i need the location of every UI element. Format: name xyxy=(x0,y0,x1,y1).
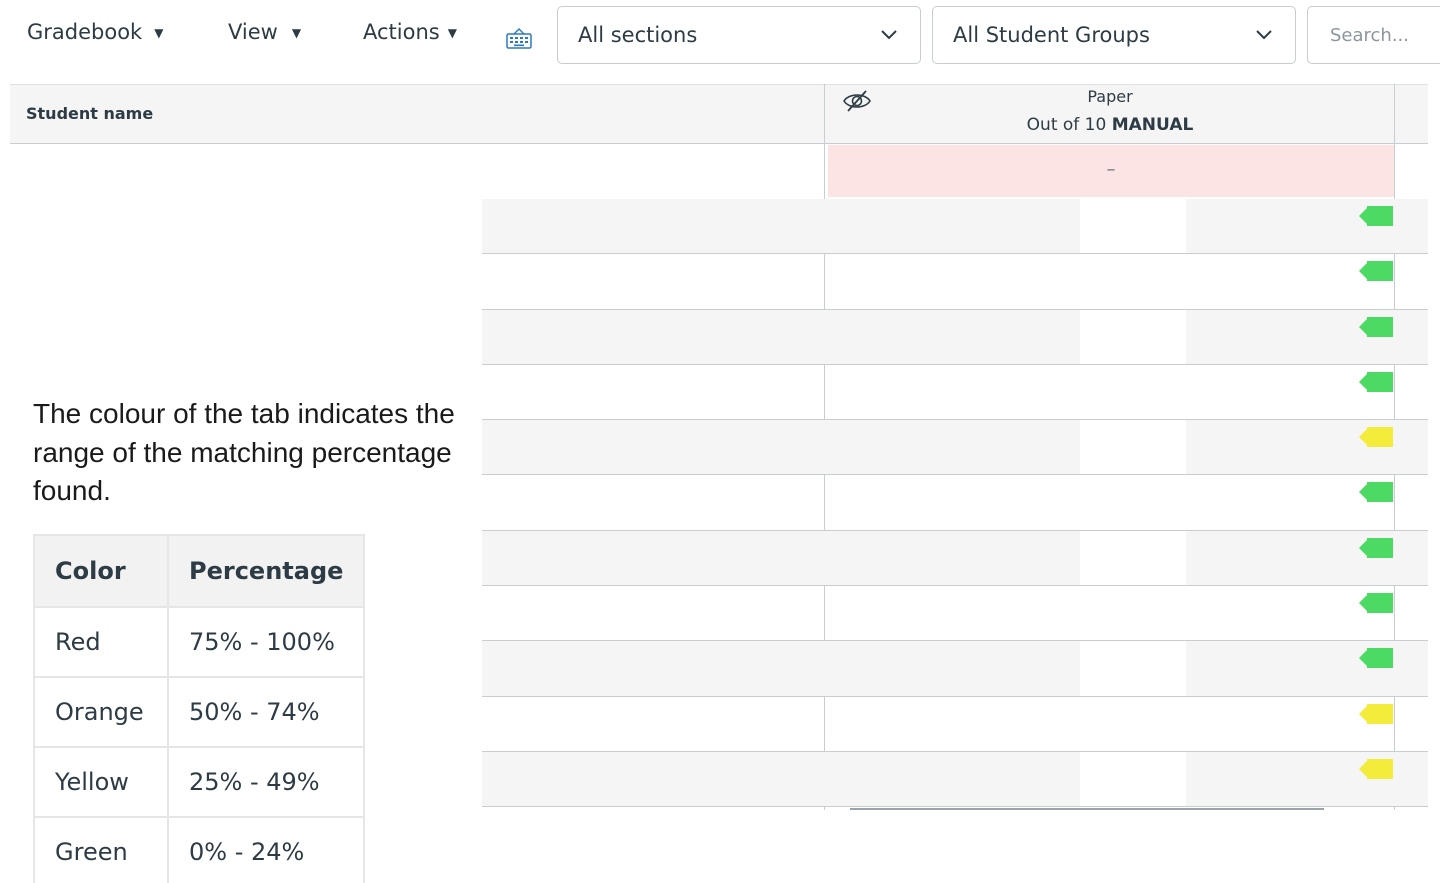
eye-off-icon[interactable] xyxy=(842,88,872,114)
view-menu[interactable]: View ▼ xyxy=(228,20,301,44)
originality-tab-icon[interactable] xyxy=(1359,371,1393,393)
caret-down-icon: ▼ xyxy=(291,26,302,40)
originality-tab-icon[interactable] xyxy=(1359,647,1393,669)
originality-tab-icon[interactable] xyxy=(1359,758,1393,780)
student-search-input[interactable]: Search... xyxy=(1307,6,1440,64)
horizontal-scrollbar[interactable] xyxy=(850,808,1324,810)
legend-row: Yellow 25% - 49% xyxy=(33,746,365,818)
grade-row[interactable] xyxy=(482,697,1428,752)
grade-row[interactable] xyxy=(482,586,1428,642)
caret-down-icon: ▼ xyxy=(154,26,164,40)
search-placeholder: Search... xyxy=(1330,24,1410,46)
grade-cell[interactable] xyxy=(1080,199,1186,254)
gradebook-menu[interactable]: Gradebook ▼ xyxy=(27,20,163,44)
grade-cell[interactable] xyxy=(1080,641,1186,696)
legend-header-color: Color xyxy=(33,534,169,608)
color-legend-table: Color Percentage Red 75% - 100% Orange 5… xyxy=(33,534,365,883)
grid-header: Student name xyxy=(10,84,1428,144)
grade-row[interactable] xyxy=(482,751,1428,808)
grade-row[interactable] xyxy=(482,641,1428,697)
grade-row[interactable] xyxy=(482,365,1428,421)
originality-tab-icon[interactable] xyxy=(1359,481,1393,503)
legend-range: 25% - 49% xyxy=(167,746,365,818)
legend-header-percentage: Percentage xyxy=(167,534,365,608)
legend-range: 0% - 24% xyxy=(167,816,365,883)
student-name-column-header[interactable]: Student name xyxy=(26,104,153,123)
grade-cell[interactable] xyxy=(1080,420,1186,475)
section-select[interactable]: All sections xyxy=(557,6,921,64)
student-group-select[interactable]: All Student Groups xyxy=(932,6,1296,64)
originality-tab-icon[interactable] xyxy=(1359,316,1393,338)
grade-row[interactable] xyxy=(482,254,1428,310)
grading-type: MANUAL xyxy=(1111,115,1194,135)
view-menu-label: View xyxy=(228,20,278,44)
summary-cell[interactable]: – xyxy=(828,145,1394,197)
legend-range: 75% - 100% xyxy=(167,606,365,678)
legend-color: Green xyxy=(33,816,169,883)
student-group-select-value: All Student Groups xyxy=(953,23,1150,47)
chevron-down-icon xyxy=(1256,30,1272,40)
legend-row: Red 75% - 100% xyxy=(33,606,365,678)
legend-row: Green 0% - 24% xyxy=(33,816,365,883)
legend-header-row: Color Percentage xyxy=(33,534,365,608)
legend-color: Yellow xyxy=(33,746,169,818)
grade-row[interactable] xyxy=(482,199,1428,255)
grade-cell[interactable] xyxy=(1080,751,1186,807)
assignment-title[interactable]: Paper xyxy=(1020,87,1200,106)
originality-tab-icon[interactable] xyxy=(1359,703,1393,725)
actions-menu-label: Actions xyxy=(363,20,440,44)
originality-tab-icon[interactable] xyxy=(1359,592,1393,614)
gradebook-menu-label: Gradebook xyxy=(27,20,143,44)
tab-color-explanation: The colour of the tab indicates the rang… xyxy=(33,398,455,506)
assignment-points: Out of 10 MANUAL xyxy=(1000,115,1220,135)
legend-row: Orange 50% - 74% xyxy=(33,676,365,748)
legend-range: 50% - 74% xyxy=(167,676,365,748)
grade-cell[interactable] xyxy=(1080,530,1186,586)
keyboard-shortcuts-icon[interactable] xyxy=(506,27,532,49)
grade-row[interactable] xyxy=(482,475,1428,531)
originality-tab-icon[interactable] xyxy=(1359,537,1393,559)
section-select-value: All sections xyxy=(578,23,698,47)
legend-color: Red xyxy=(33,606,169,678)
grade-rows xyxy=(482,199,1428,808)
grade-row[interactable] xyxy=(482,420,1428,476)
caret-down-icon: ▼ xyxy=(447,26,457,40)
grade-row[interactable] xyxy=(482,530,1428,587)
actions-menu[interactable]: Actions ▼ xyxy=(363,20,457,44)
grade-row[interactable] xyxy=(482,309,1428,365)
originality-tab-icon[interactable] xyxy=(1359,205,1393,227)
gradebook-toolbar: Gradebook ▼ View ▼ Actions ▼ All section… xyxy=(0,0,1440,70)
points-possible: Out of 10 xyxy=(1026,115,1107,135)
grade-cell[interactable] xyxy=(1080,309,1186,364)
originality-tab-icon[interactable] xyxy=(1359,426,1393,448)
originality-tab-icon[interactable] xyxy=(1359,260,1393,282)
chevron-down-icon xyxy=(881,30,897,40)
legend-color: Orange xyxy=(33,676,169,748)
